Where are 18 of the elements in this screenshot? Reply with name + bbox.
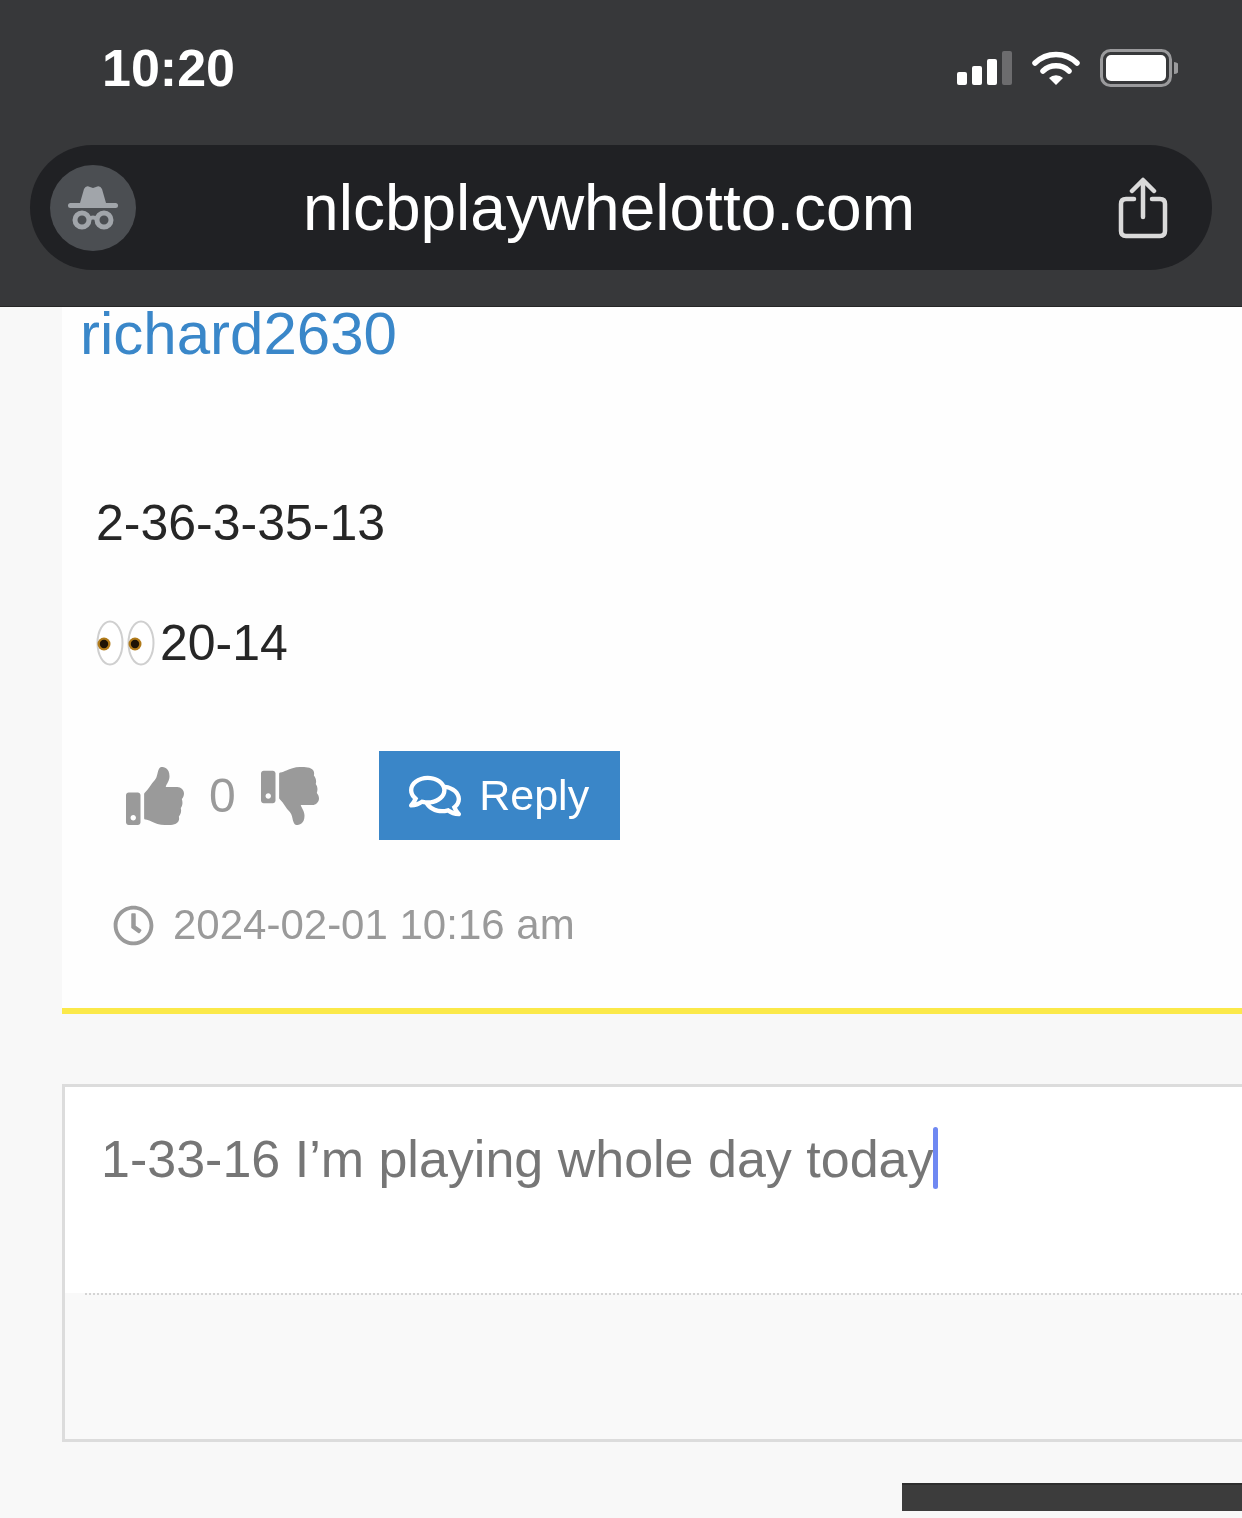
- incognito-icon[interactable]: [50, 164, 136, 251]
- reply-button[interactable]: Reply: [378, 751, 620, 840]
- signal-icon: [957, 50, 1012, 85]
- clock-icon: [113, 904, 154, 946]
- vote-count: 0: [209, 771, 236, 820]
- thumbs-up-icon[interactable]: [126, 766, 184, 825]
- comment-text: 2-36-3-35-13: [96, 494, 386, 553]
- eyes-icon: [96, 620, 156, 666]
- thumbs-down-icon[interactable]: [260, 766, 319, 825]
- comment-text: 20-14: [160, 614, 288, 673]
- reply-textarea[interactable]: 1-33-16 I’m playing whole day today: [65, 1087, 1242, 1293]
- battery-icon: [1100, 48, 1178, 87]
- wifi-icon: [1032, 49, 1080, 86]
- status-time: 10:20: [102, 41, 235, 94]
- address-bar[interactable]: nlcbplaywhelotto.com: [30, 145, 1212, 270]
- share-icon[interactable]: [1118, 176, 1168, 239]
- comment-timestamp: 2024-02-01 10:16 am: [173, 901, 575, 949]
- comment-author[interactable]: richard2630: [80, 308, 397, 360]
